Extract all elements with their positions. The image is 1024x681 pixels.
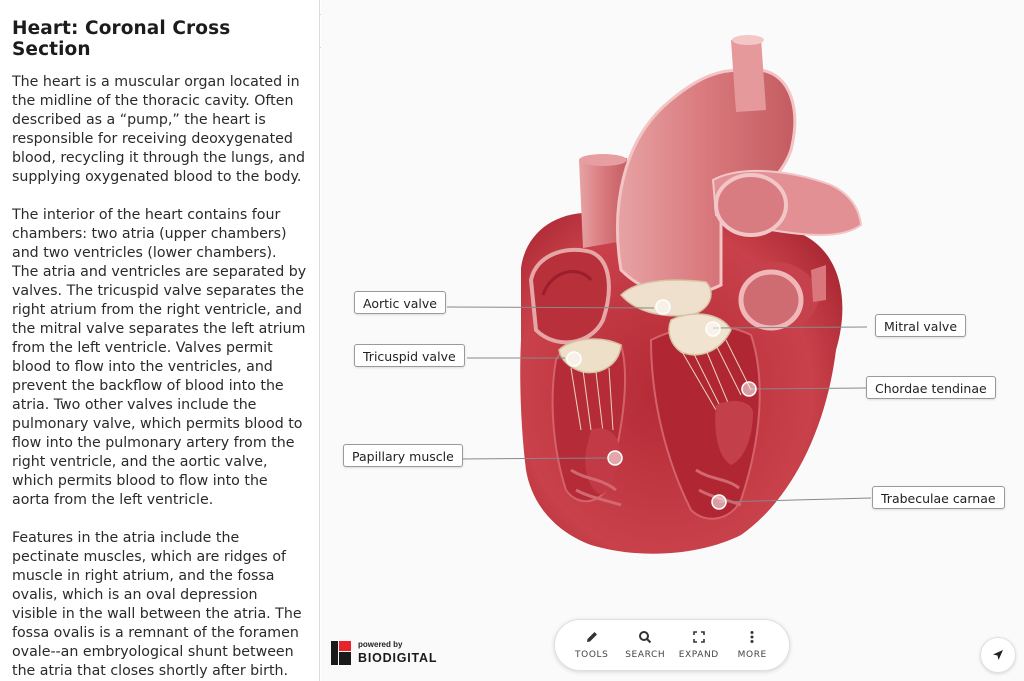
navigation-arrow-icon	[993, 650, 1003, 660]
search-label: SEARCH	[625, 650, 666, 660]
label-mitral-valve[interactable]: Mitral valve	[875, 314, 967, 337]
expand-button[interactable]: EXPAND	[674, 630, 724, 660]
papillary-muscle-pin	[607, 450, 623, 466]
description-paragraph-1: The heart is a muscular organ located in…	[12, 74, 306, 185]
expand-label: EXPAND	[678, 650, 719, 660]
more-label: MORE	[737, 650, 767, 660]
label-tricuspid-valve[interactable]: Tricuspid valve	[354, 344, 465, 367]
aortic-valve-pin	[655, 299, 671, 315]
expand-icon	[692, 631, 705, 643]
search-button[interactable]: SEARCH	[620, 630, 670, 660]
trabeculae-carnae-pin	[711, 494, 727, 510]
label-papillary-muscle[interactable]: Papillary muscle	[343, 444, 463, 467]
aortic-branch	[731, 38, 766, 112]
chordae-tendinae-pin	[741, 381, 757, 397]
pencil-icon	[586, 632, 597, 642]
label-chordae-tendinae[interactable]: Chordae tendinae	[866, 376, 996, 399]
description-paragraph-3: Features in the atria include the pectin…	[12, 530, 302, 679]
label-aortic-valve[interactable]: Aortic valve	[354, 291, 446, 314]
description-paragraph-2: The interior of the heart contains four …	[12, 207, 307, 508]
bottom-toolbar: TOOLS SEARCH EXPAND MORE	[554, 619, 790, 671]
search-icon	[639, 631, 652, 644]
more-vertical-icon	[750, 631, 754, 643]
more-button[interactable]: MORE	[727, 630, 777, 660]
biodigital-logo: powered by BIODIGITAL	[331, 641, 437, 665]
tricuspid-valve-pin	[566, 351, 582, 367]
mitral-valve-pin	[705, 321, 721, 337]
navigation-button[interactable]	[980, 637, 1016, 673]
page-title: Heart: Coronal Cross Section	[12, 18, 231, 60]
tools-button[interactable]: TOOLS	[567, 630, 617, 660]
label-trabeculae-carnae[interactable]: Trabeculae carnae	[872, 486, 1005, 509]
tools-label: TOOLS	[575, 650, 609, 660]
brand-text: BIODIGITAL	[358, 651, 438, 666]
biodigital-mark-icon	[331, 641, 351, 665]
right-atrium	[528, 247, 611, 345]
description-panel: Heart: Coronal Cross Section The heart i…	[0, 0, 320, 681]
powered-by-text: powered by	[358, 640, 403, 650]
model-viewer[interactable]: Aortic valve Tricuspid valve Papillary m…	[321, 0, 1024, 681]
heart-model[interactable]	[321, 0, 1024, 681]
